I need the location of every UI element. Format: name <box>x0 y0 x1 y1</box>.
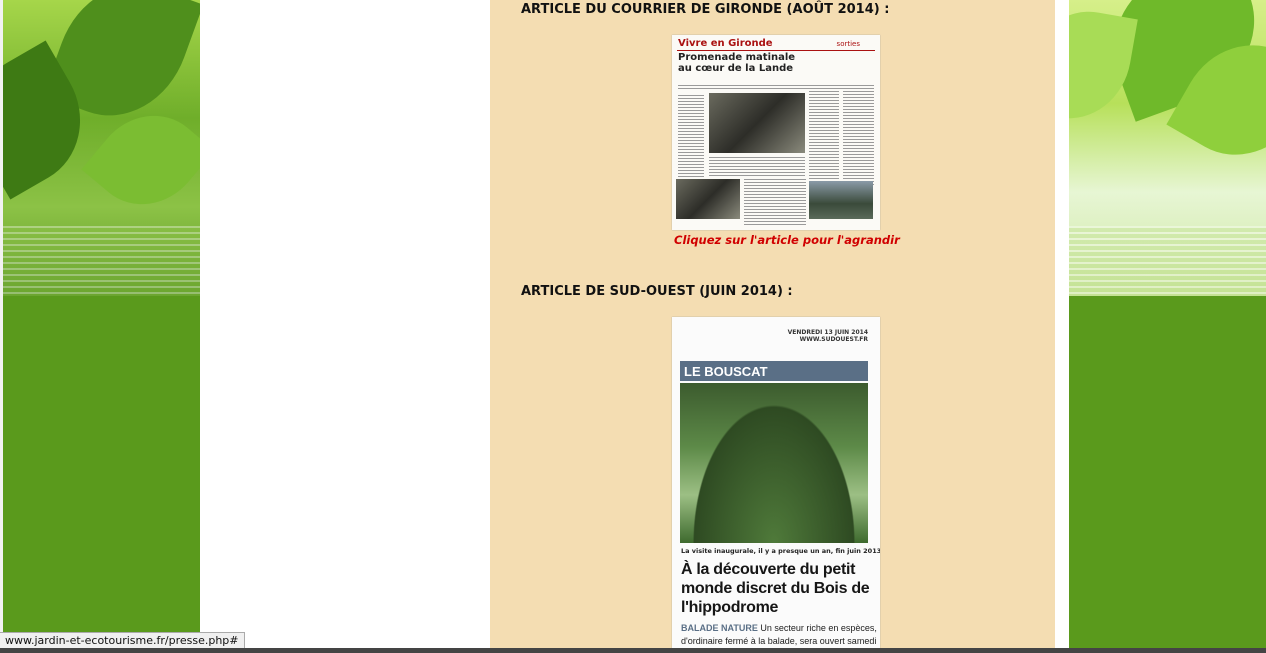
leaf-background-image-right <box>1069 0 1266 296</box>
right-white-column <box>1055 0 1069 653</box>
section-heading-courrier: ARTICLE DU COURRIER DE GIRONDE (AOÛT 201… <box>521 2 890 17</box>
right-decorative-panel <box>1069 0 1266 653</box>
clipping-title: Promenade matinale au cœur de la Lande <box>678 52 796 74</box>
taskbar-edge <box>0 648 1266 653</box>
clipping-kicker: Vivre en Gironde <box>678 38 773 49</box>
enlarge-article-caption: Cliquez sur l'article pour l'agrandir <box>674 233 900 247</box>
press-content-area: ARTICLE DU COURRIER DE GIRONDE (AOÛT 201… <box>490 0 1055 653</box>
clipping-photo <box>680 383 868 543</box>
clipping-headline: À la découverte du petit monde discret d… <box>681 561 870 616</box>
section-heading-sudouest: ARTICLE DE SUD-OUEST (JUIN 2014) : <box>521 284 793 299</box>
clipping-kicker-right: sorties <box>836 40 860 48</box>
sudouest-article-thumbnail[interactable]: VENDREDI 13 JUIN 2014 WWW.SUDOUEST.FR LE… <box>672 317 880 653</box>
left-decorative-panel <box>3 0 200 653</box>
courrier-article-thumbnail[interactable]: Vivre en Gironde sorties Promenade matin… <box>672 35 880 230</box>
clipping-legend: La visite inaugurale, il y a presque un … <box>681 547 880 555</box>
clipping-lead: BALADE NATURE Un secteur riche en espèce… <box>681 623 877 646</box>
clipping-date: VENDREDI 13 JUIN 2014 WWW.SUDOUEST.FR <box>787 329 868 343</box>
leaf-background-image-left <box>3 0 200 296</box>
left-white-column <box>200 0 490 653</box>
clipping-band: LE BOUSCAT <box>680 361 868 381</box>
